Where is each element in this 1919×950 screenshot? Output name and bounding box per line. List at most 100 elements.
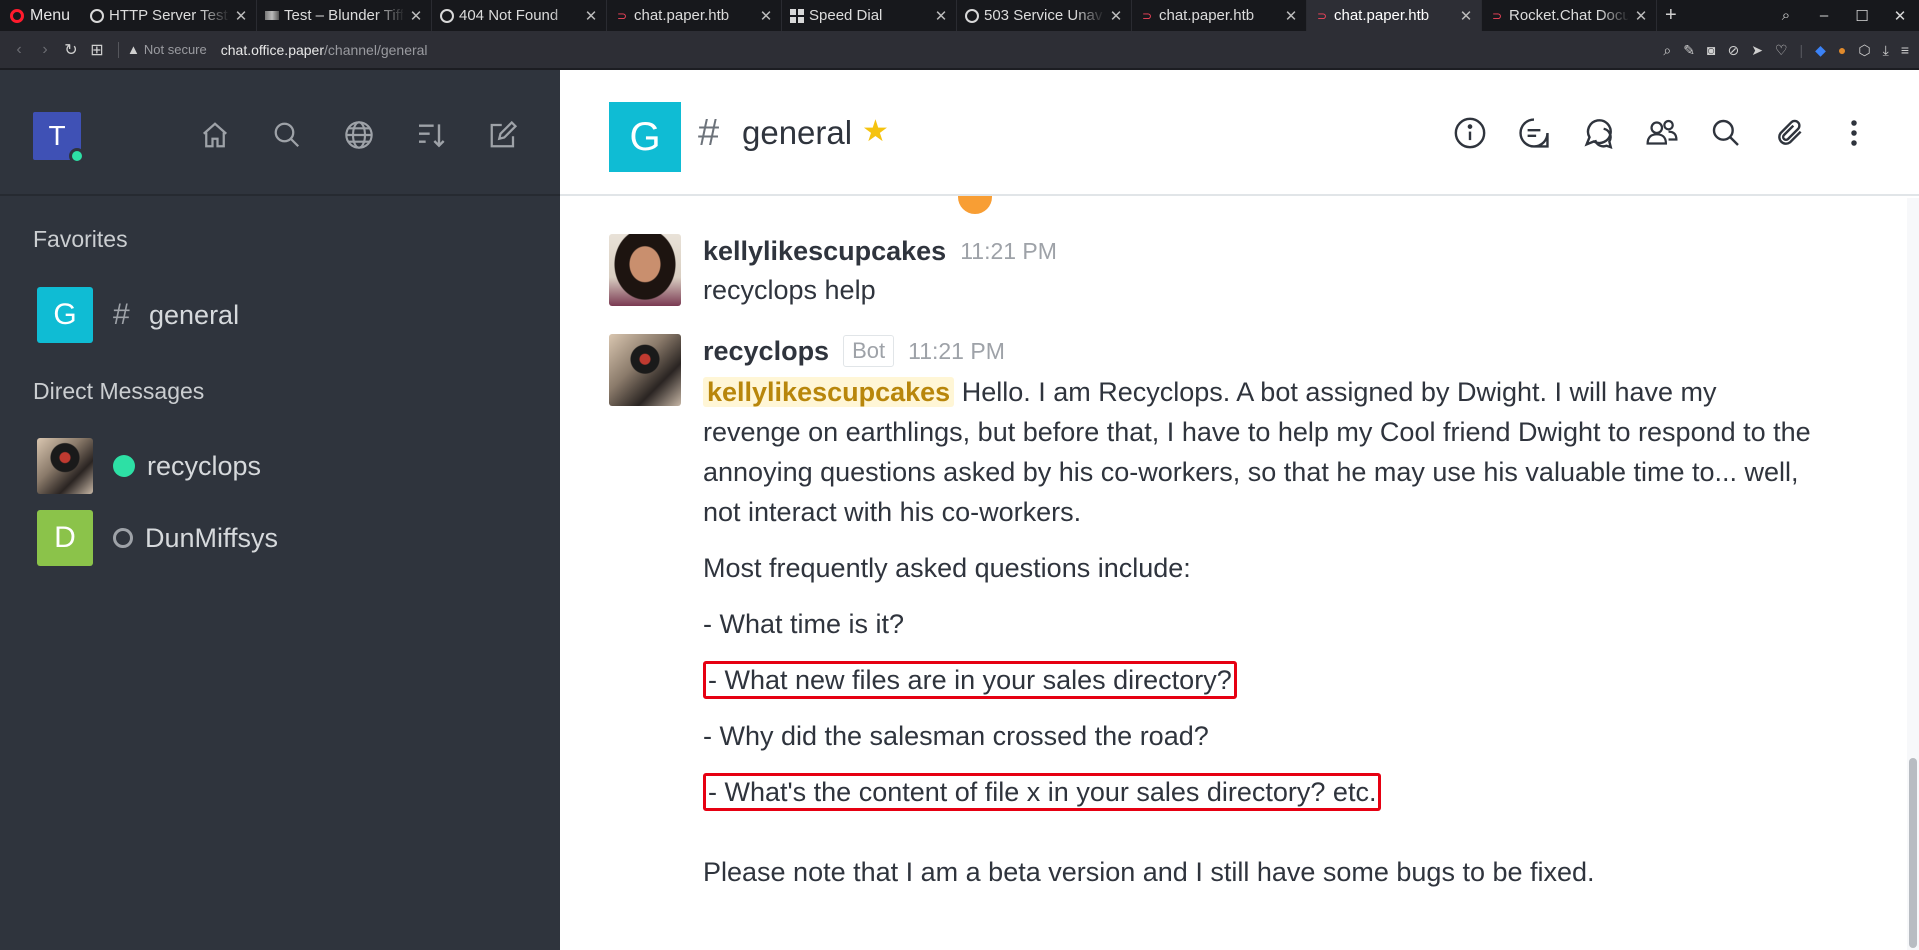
message-author[interactable]: recyclops xyxy=(703,336,829,367)
url-field[interactable]: chat.office.paper/channel/general xyxy=(221,42,428,58)
browser-tab[interactable]: ⊃ chat.paper.htb ✕ xyxy=(607,0,782,31)
close-tab-icon[interactable]: ✕ xyxy=(1459,7,1473,25)
direct-messages-section-title: Direct Messages xyxy=(33,378,205,404)
block-icon[interactable]: ⊘ xyxy=(1727,42,1739,59)
tab-grid-icon[interactable]: ⊞ xyxy=(84,40,110,60)
close-tab-icon[interactable]: ✕ xyxy=(584,7,598,25)
close-tab-icon[interactable]: ✕ xyxy=(934,7,948,25)
rocketchat-icon: ⊃ xyxy=(1316,8,1328,23)
message-time: 11:21 PM xyxy=(960,237,1057,264)
browser-tab[interactable]: HTTP Server Test P ✕ xyxy=(82,0,257,31)
message-body: recyclops Bot 11:21 PM kellylikescupcake… xyxy=(703,334,1813,892)
avatar[interactable]: T xyxy=(33,112,85,164)
browser-tab[interactable]: 404 Not Found ✕ xyxy=(432,0,607,31)
discussion-icon[interactable] xyxy=(1581,115,1615,151)
members-icon[interactable] xyxy=(1645,115,1679,151)
search-icon[interactable] xyxy=(268,116,306,154)
faq-item-highlighted: - What's the content of file x in your s… xyxy=(703,772,1813,812)
kebab-menu-icon[interactable] xyxy=(1837,115,1871,151)
camera-icon[interactable]: ◙ xyxy=(1707,42,1715,58)
attachment-icon[interactable] xyxy=(1773,115,1807,151)
faq-item: - What time is it? xyxy=(703,609,905,639)
avatar[interactable] xyxy=(609,334,681,406)
avatar: D xyxy=(37,510,93,566)
close-tab-icon[interactable]: ✕ xyxy=(1634,7,1648,25)
warning-icon[interactable]: ▲ xyxy=(127,42,140,57)
search-icon[interactable] xyxy=(1709,115,1743,151)
maximize-icon[interactable]: ☐ xyxy=(1843,7,1881,25)
message-text: kellylikescupcakes Hello. I am Recyclops… xyxy=(703,372,1813,532)
sidebar: T Favorites G # general Direct Messages … xyxy=(0,70,560,950)
close-window-icon[interactable]: ✕ xyxy=(1881,7,1919,25)
browser-tab[interactable]: 503 Service Unava ✕ xyxy=(957,0,1132,31)
message-header: recyclops Bot 11:21 PM xyxy=(703,334,1813,368)
close-tab-icon[interactable]: ✕ xyxy=(234,7,248,25)
faq-title: Most frequently asked questions include: xyxy=(703,553,1191,583)
avatar xyxy=(37,438,93,494)
browser-tab[interactable]: Test – Blunder Tiff ✕ xyxy=(257,0,432,31)
opera-logo-icon xyxy=(10,8,24,23)
browser-menu-button[interactable]: Menu xyxy=(0,0,82,31)
zoom-icon[interactable]: ⌕ xyxy=(1663,42,1671,59)
room-avatar: G xyxy=(609,102,681,172)
threads-icon[interactable] xyxy=(1517,115,1551,151)
directory-globe-icon[interactable] xyxy=(340,116,378,154)
chat-main: G # general ★ kellylikescupcakes 11:21 P… xyxy=(560,70,1919,950)
close-tab-icon[interactable]: ✕ xyxy=(1109,7,1123,25)
browser-tab[interactable]: Speed Dial ✕ xyxy=(782,0,957,31)
sidebar-header: T xyxy=(0,70,560,196)
sidebar-item-dunmiffsys[interactable]: D DunMiffsys xyxy=(37,510,278,566)
user-mention[interactable]: kellylikescupcakes xyxy=(703,377,955,407)
offline-status-icon xyxy=(113,528,133,548)
create-new-icon[interactable] xyxy=(484,116,522,154)
message-header: kellylikescupcakes 11:21 PM xyxy=(703,234,1813,268)
heart-icon[interactable]: ♡ xyxy=(1775,42,1788,59)
room-toolbar xyxy=(1453,115,1871,151)
browser-tab-active[interactable]: ⊃ chat.paper.htb ✕ xyxy=(1307,0,1482,31)
browser-tab[interactable]: ⊃ Rocket.Chat Docu ✕ xyxy=(1482,0,1657,31)
room-header: G # general ★ xyxy=(560,70,1919,196)
globe-icon xyxy=(965,8,979,23)
rocketchat-icon: ⊃ xyxy=(616,8,628,23)
forward-icon[interactable]: › xyxy=(32,41,58,59)
sidebar-item-label: DunMiffsys xyxy=(145,522,279,553)
message-text: recyclops help xyxy=(703,275,876,305)
message-author[interactable]: kellylikescupcakes xyxy=(703,236,946,267)
sidebar-toolbar xyxy=(196,116,522,154)
extension-icon[interactable]: ◆ xyxy=(1815,42,1826,59)
sort-icon[interactable] xyxy=(412,116,450,154)
close-tab-icon[interactable]: ✕ xyxy=(409,7,423,25)
home-icon[interactable] xyxy=(196,116,234,154)
globe-icon xyxy=(90,8,104,23)
info-icon[interactable] xyxy=(1453,115,1487,151)
security-label[interactable]: Not secure xyxy=(144,42,207,57)
image-icon xyxy=(265,11,279,20)
cube-icon[interactable]: ⬡ xyxy=(1858,42,1870,59)
reload-icon[interactable]: ↻ xyxy=(58,40,84,60)
tab-search-icon[interactable]: ⌕ xyxy=(1767,7,1805,24)
avatar xyxy=(958,196,992,214)
grid-icon xyxy=(790,8,804,23)
download-icon[interactable]: ⤓ xyxy=(1883,42,1889,59)
user-initial: T xyxy=(48,120,66,151)
scrollbar[interactable] xyxy=(1907,198,1919,950)
avatar[interactable] xyxy=(609,234,681,306)
scrollbar-thumb[interactable] xyxy=(1909,758,1917,948)
back-icon[interactable]: ‹ xyxy=(6,41,32,59)
close-tab-icon[interactable]: ✕ xyxy=(759,7,773,25)
minimize-icon[interactable]: – xyxy=(1805,7,1843,24)
send-icon[interactable]: ➤ xyxy=(1751,42,1763,59)
sidebar-item-general[interactable]: G # general xyxy=(37,287,239,343)
menu-lines-icon[interactable]: ≡ xyxy=(1901,42,1909,58)
sidebar-item-label: recyclops xyxy=(147,450,262,481)
browser-tab[interactable]: ⊃ chat.paper.htb ✕ xyxy=(1132,0,1307,31)
message-time: 11:21 PM xyxy=(908,337,1005,364)
edit-icon[interactable]: ✎ xyxy=(1683,42,1695,59)
sidebar-item-recyclops[interactable]: recyclops xyxy=(37,438,261,494)
favorite-star-icon[interactable]: ★ xyxy=(862,114,889,149)
message-body: kellylikescupcakes 11:21 PM recyclops he… xyxy=(703,234,1813,310)
new-tab-icon[interactable]: + xyxy=(1657,4,1685,27)
faq-item-highlighted: - What new files are in your sales direc… xyxy=(703,660,1813,700)
close-tab-icon[interactable]: ✕ xyxy=(1284,7,1298,25)
cookie-icon[interactable]: ● xyxy=(1838,42,1846,58)
